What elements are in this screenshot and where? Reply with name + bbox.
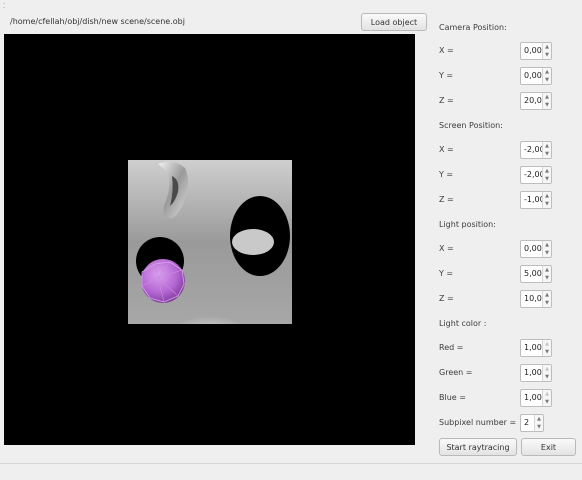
chevron-up-icon[interactable]: ▲ [543,266,551,274]
spin-arrows[interactable]: ▲ ▼ [542,167,551,183]
camera-z-label: Z = [439,96,454,105]
light-z-label: Z = [439,294,454,303]
chevron-down-icon[interactable]: ▼ [543,200,551,208]
light-x-label: X = [439,244,454,253]
status-bar-divider [0,463,582,464]
light-y-label: Y = [439,269,454,278]
screen-x-label: X = [439,145,454,154]
rendered-image [128,160,292,324]
green-spinbox[interactable]: 1,00 ▲ ▼ [520,364,552,382]
chevron-up-icon[interactable]: ▲ [543,192,551,200]
blue-spinbox[interactable]: 1,00 ▲ ▼ [520,389,552,407]
spin-arrows[interactable]: ▲ ▼ [542,340,551,356]
chevron-up-icon[interactable]: ▲ [543,43,551,51]
chevron-up-icon[interactable]: ▲ [543,68,551,76]
file-path-label: /home/cfellah/obj/dish/new scene/scene.o… [10,17,185,26]
purple-sphere [141,259,185,303]
screen-x-spinbox[interactable]: -2,00 ▲ ▼ [520,141,552,159]
blue-value: 1,00 [524,393,542,402]
chevron-up-icon[interactable]: ▲ [535,415,543,423]
subpixel-label: Subpixel number = [439,418,517,427]
spin-arrows[interactable]: ▲ ▼ [542,291,551,307]
chevron-down-icon[interactable]: ▼ [543,249,551,257]
start-raytracing-button[interactable]: Start raytracing [439,438,517,456]
screen-z-label: Z = [439,195,454,204]
drag-grip-icon[interactable]: · · [3,1,5,12]
red-label: Red = [439,343,464,352]
camera-z-spinbox[interactable]: 20,00 ▲ ▼ [520,92,552,110]
chevron-up-icon[interactable]: ▲ [543,291,551,299]
chevron-up-icon[interactable]: ▲ [543,142,551,150]
spin-arrows[interactable]: ▲ ▼ [542,68,551,84]
chevron-up-icon[interactable]: ▲ [543,390,551,398]
spin-arrows[interactable]: ▲ ▼ [542,93,551,109]
screen-z-spinbox[interactable]: -1,00 ▲ ▼ [520,191,552,209]
light-color-heading: Light color : [439,319,487,328]
green-value: 1,00 [524,368,542,377]
camera-x-spinbox[interactable]: 0,00 ▲ ▼ [520,42,552,60]
camera-x-value: 0,00 [524,46,542,55]
spin-arrows[interactable]: ▲ ▼ [542,192,551,208]
camera-x-label: X = [439,46,454,55]
red-spinbox[interactable]: 1,00 ▲ ▼ [520,339,552,357]
render-viewport [4,34,415,445]
spin-arrows[interactable]: ▲ ▼ [542,390,551,406]
chevron-up-icon[interactable]: ▲ [543,241,551,249]
spin-arrows[interactable]: ▲ ▼ [542,365,551,381]
chevron-up-icon[interactable]: ▲ [543,365,551,373]
spin-arrows[interactable]: ▲ ▼ [534,415,543,431]
chevron-down-icon[interactable]: ▼ [543,398,551,406]
chevron-down-icon[interactable]: ▼ [543,101,551,109]
camera-y-spinbox[interactable]: 0,00 ▲ ▼ [520,67,552,85]
screen-position-heading: Screen Position: [439,121,503,130]
camera-y-value: 0,00 [524,71,542,80]
light-z-spinbox[interactable]: 10,00 ▲ ▼ [520,290,552,308]
chevron-down-icon[interactable]: ▼ [543,76,551,84]
spin-arrows[interactable]: ▲ ▼ [542,266,551,282]
chevron-down-icon[interactable]: ▼ [543,373,551,381]
exit-button[interactable]: Exit [521,438,576,456]
light-y-spinbox[interactable]: 5,00 ▲ ▼ [520,265,552,283]
light-position-heading: Light position: [439,220,496,229]
chevron-down-icon[interactable]: ▼ [543,348,551,356]
spin-arrows[interactable]: ▲ ▼ [542,142,551,158]
chevron-down-icon[interactable]: ▼ [543,51,551,59]
screen-y-spinbox[interactable]: -2,00 ▲ ▼ [520,166,552,184]
light-y-value: 5,00 [524,269,542,278]
chevron-up-icon[interactable]: ▲ [543,93,551,101]
light-x-value: 0,00 [524,244,542,253]
chevron-up-icon[interactable]: ▲ [543,340,551,348]
chevron-down-icon[interactable]: ▼ [543,150,551,158]
chevron-down-icon[interactable]: ▼ [543,299,551,307]
load-object-button[interactable]: Load object [361,13,427,31]
subpixel-value: 2 [524,418,530,427]
chevron-up-icon[interactable]: ▲ [543,167,551,175]
spin-arrows[interactable]: ▲ ▼ [542,43,551,59]
chevron-down-icon[interactable]: ▼ [543,175,551,183]
camera-y-label: Y = [439,71,454,80]
light-x-spinbox[interactable]: 0,00 ▲ ▼ [520,240,552,258]
spin-arrows[interactable]: ▲ ▼ [542,241,551,257]
chevron-down-icon[interactable]: ▼ [543,274,551,282]
green-label: Green = [439,368,473,377]
camera-position-heading: Camera Position: [439,23,507,32]
blue-label: Blue = [439,393,466,402]
torus-shadow-hole [232,229,274,255]
chevron-down-icon[interactable]: ▼ [535,423,543,431]
red-value: 1,00 [524,343,542,352]
subpixel-spinbox[interactable]: 2 ▲ ▼ [520,414,544,432]
screen-y-label: Y = [439,170,454,179]
